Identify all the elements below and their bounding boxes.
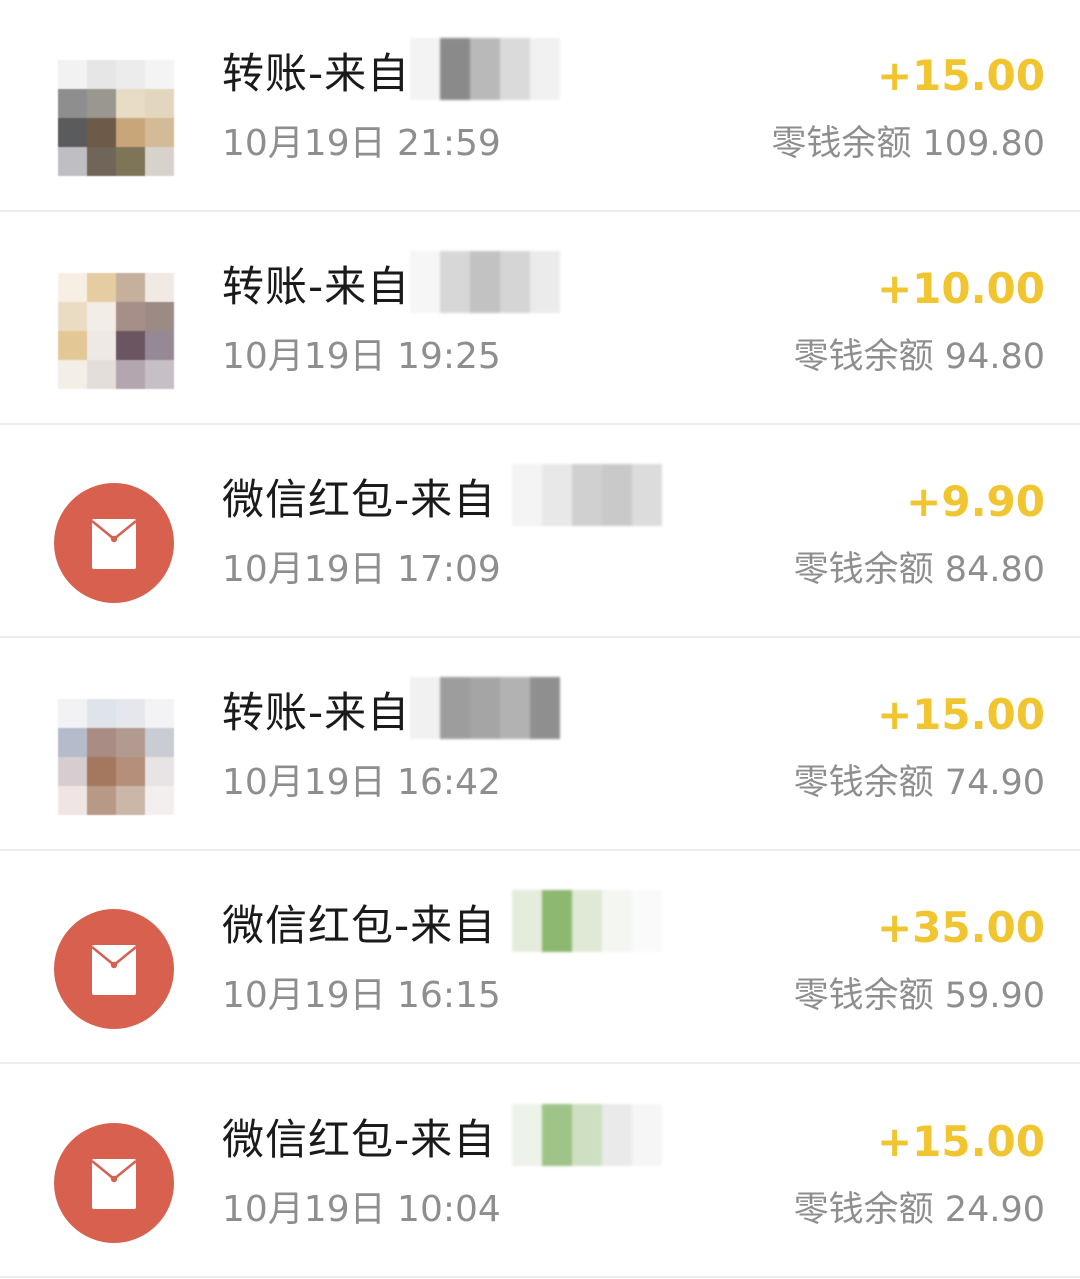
transaction-amount: +9.90 xyxy=(906,477,1045,526)
transaction-row[interactable]: 微信红包-来自 10月19日 10:04 +15.00 零钱余额 24.90 xyxy=(0,1066,1080,1278)
transaction-amount: +35.00 xyxy=(876,903,1045,952)
transaction-time: 10月19日 16:15 xyxy=(222,975,501,1016)
transaction-amount: +15.00 xyxy=(876,1117,1045,1166)
sender-name-redacted xyxy=(512,464,662,526)
balance-after: 零钱余额 94.80 xyxy=(793,337,1045,377)
balance-after: 零钱余额 84.80 xyxy=(793,550,1045,590)
transaction-amount: +10.00 xyxy=(876,264,1045,313)
sender-avatar xyxy=(58,60,174,176)
transaction-row[interactable]: 微信红包-来自 10月19日 16:15 +35.00 零钱余额 59.90 xyxy=(0,852,1080,1064)
transaction-title: 微信红包-来自 xyxy=(222,1115,497,1164)
transaction-time: 10月19日 21:59 xyxy=(222,123,501,164)
transaction-time: 10月19日 10:04 xyxy=(222,1189,501,1230)
red-envelope-icon xyxy=(54,483,174,603)
transaction-title: 转账-来自 xyxy=(222,688,411,737)
transaction-time: 10月19日 19:25 xyxy=(222,336,501,377)
transaction-title: 转账-来自 xyxy=(222,49,411,98)
transaction-time: 10月19日 16:42 xyxy=(222,762,501,803)
transaction-title: 转账-来自 xyxy=(222,262,411,311)
red-envelope-icon xyxy=(54,1123,174,1243)
transaction-time: 10月19日 17:09 xyxy=(222,549,501,590)
transaction-title: 微信红包-来自 xyxy=(222,475,497,524)
sender-name-redacted xyxy=(410,38,560,100)
sender-name-redacted xyxy=(512,1104,662,1166)
sender-avatar xyxy=(58,699,174,815)
sender-name-redacted xyxy=(512,890,662,952)
balance-after: 零钱余额 109.80 xyxy=(771,124,1045,164)
pixelated-avatar-image xyxy=(58,273,174,389)
balance-after: 零钱余额 74.90 xyxy=(793,763,1045,803)
transaction-title: 微信红包-来自 xyxy=(222,901,497,950)
transaction-row[interactable]: 转账-来自 10月19日 19:25 +10.00 零钱余额 94.80 xyxy=(0,213,1080,425)
sender-name-redacted xyxy=(410,251,560,313)
transaction-row[interactable]: 转账-来自 10月19日 16:42 +15.00 零钱余额 74.90 xyxy=(0,639,1080,851)
balance-after: 零钱余额 59.90 xyxy=(793,976,1045,1016)
transaction-amount: +15.00 xyxy=(876,51,1045,100)
sender-name-redacted xyxy=(410,677,560,739)
transaction-row[interactable]: 微信红包-来自 10月19日 17:09 +9.90 零钱余额 84.80 xyxy=(0,426,1080,638)
transaction-amount: +15.00 xyxy=(876,690,1045,739)
transaction-row[interactable]: 转账-来自 10月19日 21:59 +15.00 零钱余额 109.80 xyxy=(0,0,1080,212)
pixelated-avatar-image xyxy=(58,60,174,176)
sender-avatar xyxy=(58,273,174,389)
transaction-list: 转账-来自 10月19日 21:59 +15.00 零钱余额 109.80 转账-来自 1… xyxy=(0,0,1080,1279)
red-envelope-icon xyxy=(54,909,174,1029)
pixelated-avatar-image xyxy=(58,699,174,815)
balance-after: 零钱余额 24.90 xyxy=(793,1190,1045,1230)
